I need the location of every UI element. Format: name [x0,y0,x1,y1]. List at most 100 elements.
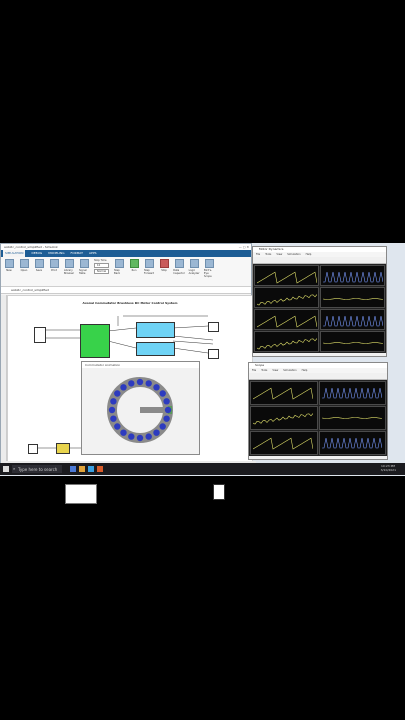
coil-3 [159,423,166,430]
coil-11 [108,406,116,414]
scope2-plot-6[interactable] [318,431,386,455]
library-browser-button[interactable]: Library Browser [64,259,74,284]
tab-apps[interactable]: APPS [89,250,97,257]
taskbar-apps[interactable] [70,466,128,472]
step-back-button[interactable]: Step Back [114,259,124,284]
source-block[interactable] [28,444,38,454]
search-icon: ⌕ [13,466,16,471]
sim-mode-select[interactable]: Normal [94,269,110,274]
coil-12 [110,398,117,405]
clock-time[interactable]: 10:23 PM [381,464,395,468]
scope1-plot-7[interactable] [254,331,319,352]
new-button[interactable]: New [4,259,14,284]
run-button[interactable]: Run [129,259,139,284]
controller-block[interactable] [80,324,110,358]
window-title: aobldc_control_simplified - Simulink [4,245,58,249]
coil-15 [128,380,135,387]
coil-5 [145,433,152,440]
coil-20 [163,398,170,405]
scope1-menu-tools[interactable]: Tools [265,252,271,257]
scope2-menu-tools[interactable]: Tools [261,368,267,373]
scope2-plot-2[interactable] [318,381,386,405]
scope1-plot-8[interactable] [320,331,385,352]
scope2-trace-3 [253,413,313,425]
print-icon [49,259,59,268]
scope1-trace-6 [323,315,383,327]
data-inspector-button[interactable]: Data Inspector [173,259,185,284]
step-forward-icon [144,259,154,268]
scope1-trace-3 [257,294,317,306]
output-block-2[interactable] [208,349,219,359]
scope2-trace-2 [321,387,382,399]
model-breadcrumb[interactable]: aobldc_control_simplified [1,287,251,294]
scope1-trace-7 [257,338,317,350]
scope2-menu-help[interactable]: Help [302,368,308,373]
scope-icon [204,259,214,268]
library-icon [64,259,74,268]
tab-modeling[interactable]: MODELING [48,250,64,257]
scope1-trace-8 [323,342,383,344]
scope1-plot-grid [253,264,386,353]
scope2-plot-1[interactable] [250,381,318,405]
clock-date[interactable]: 3/10/2021 [381,468,396,472]
step-forward-button[interactable]: Step Forward [144,259,154,284]
folder-icon [19,259,29,268]
scope1-trace-1 [257,271,317,284]
windows-start-icon[interactable] [3,466,9,472]
commutator-figure [107,377,173,443]
scope2-plot-4[interactable] [318,406,386,430]
open-button[interactable]: Open [19,259,29,284]
scope1-plot-3[interactable] [254,287,319,308]
scope1-menu-view[interactable]: View [276,252,282,257]
scope2-menu-view[interactable]: View [272,368,278,373]
input-block[interactable] [34,327,46,343]
scope1-plot-6[interactable] [320,309,385,330]
scope1-menu-simulation[interactable]: Simulation [287,252,300,257]
stop-time-group: Stop Time 10 Normal [94,259,110,284]
scope2-plot-grid [249,380,387,456]
scope1-menu-file[interactable]: File [256,252,260,257]
window-controls[interactable]: — ▢ ✕ [239,244,249,250]
tab-format[interactable]: FORMAT [71,250,83,257]
scope1-plot-5[interactable] [254,309,319,330]
gain-block[interactable] [56,443,70,454]
motor-block-1[interactable] [136,322,175,338]
motor-block-2[interactable] [136,342,175,356]
output-block-1[interactable] [208,322,219,332]
scope1-trace-5 [257,315,317,328]
stop-icon [159,259,169,268]
display-block[interactable] [213,484,225,500]
animation-window: Commutator Animation [81,361,200,455]
stop-button[interactable]: Stop [159,259,169,284]
scope2-toolbar[interactable] [249,373,387,380]
scope2-menu-simulation[interactable]: Simulation [283,368,296,373]
tab-simulation[interactable]: SIMULATION [3,250,26,257]
scope2-menu-file[interactable]: File [252,368,256,373]
coil-18 [153,384,160,391]
coil-14 [120,384,127,391]
scope2-plot-5[interactable] [250,431,318,455]
scope2-trace-5 [253,437,313,450]
birds-eye-scope-button[interactable]: Bird's-Eye Scope [204,259,214,284]
table-icon [79,259,89,268]
save-button[interactable]: Save [34,259,44,284]
scope1-plot-2[interactable] [320,265,385,286]
scope1-menu-help[interactable]: Help [306,252,312,257]
logic-analyzer-button[interactable]: Logic Analyzer [189,259,200,284]
step-back-icon [114,259,124,268]
coil-9 [114,423,121,430]
scope-window-2: Scope File Tools View Simulation Help [248,362,388,460]
scope2-plot-3[interactable] [250,406,318,430]
stop-time-input[interactable]: 10 [94,263,110,268]
scope1-plot-1[interactable] [254,265,319,286]
print-button[interactable]: Print [49,259,59,284]
scope1-toolbar[interactable] [253,257,386,264]
logic-analyzer-icon [189,259,199,268]
signal-table-button[interactable]: Signal Table [79,259,89,284]
scope2-trace-4 [321,417,382,419]
coil-4 [153,429,160,436]
scope1-plot-4[interactable] [320,287,385,308]
scope1-trace-2 [323,271,383,283]
tab-debug[interactable]: DEBUG [31,250,42,257]
coil-17 [145,380,152,387]
